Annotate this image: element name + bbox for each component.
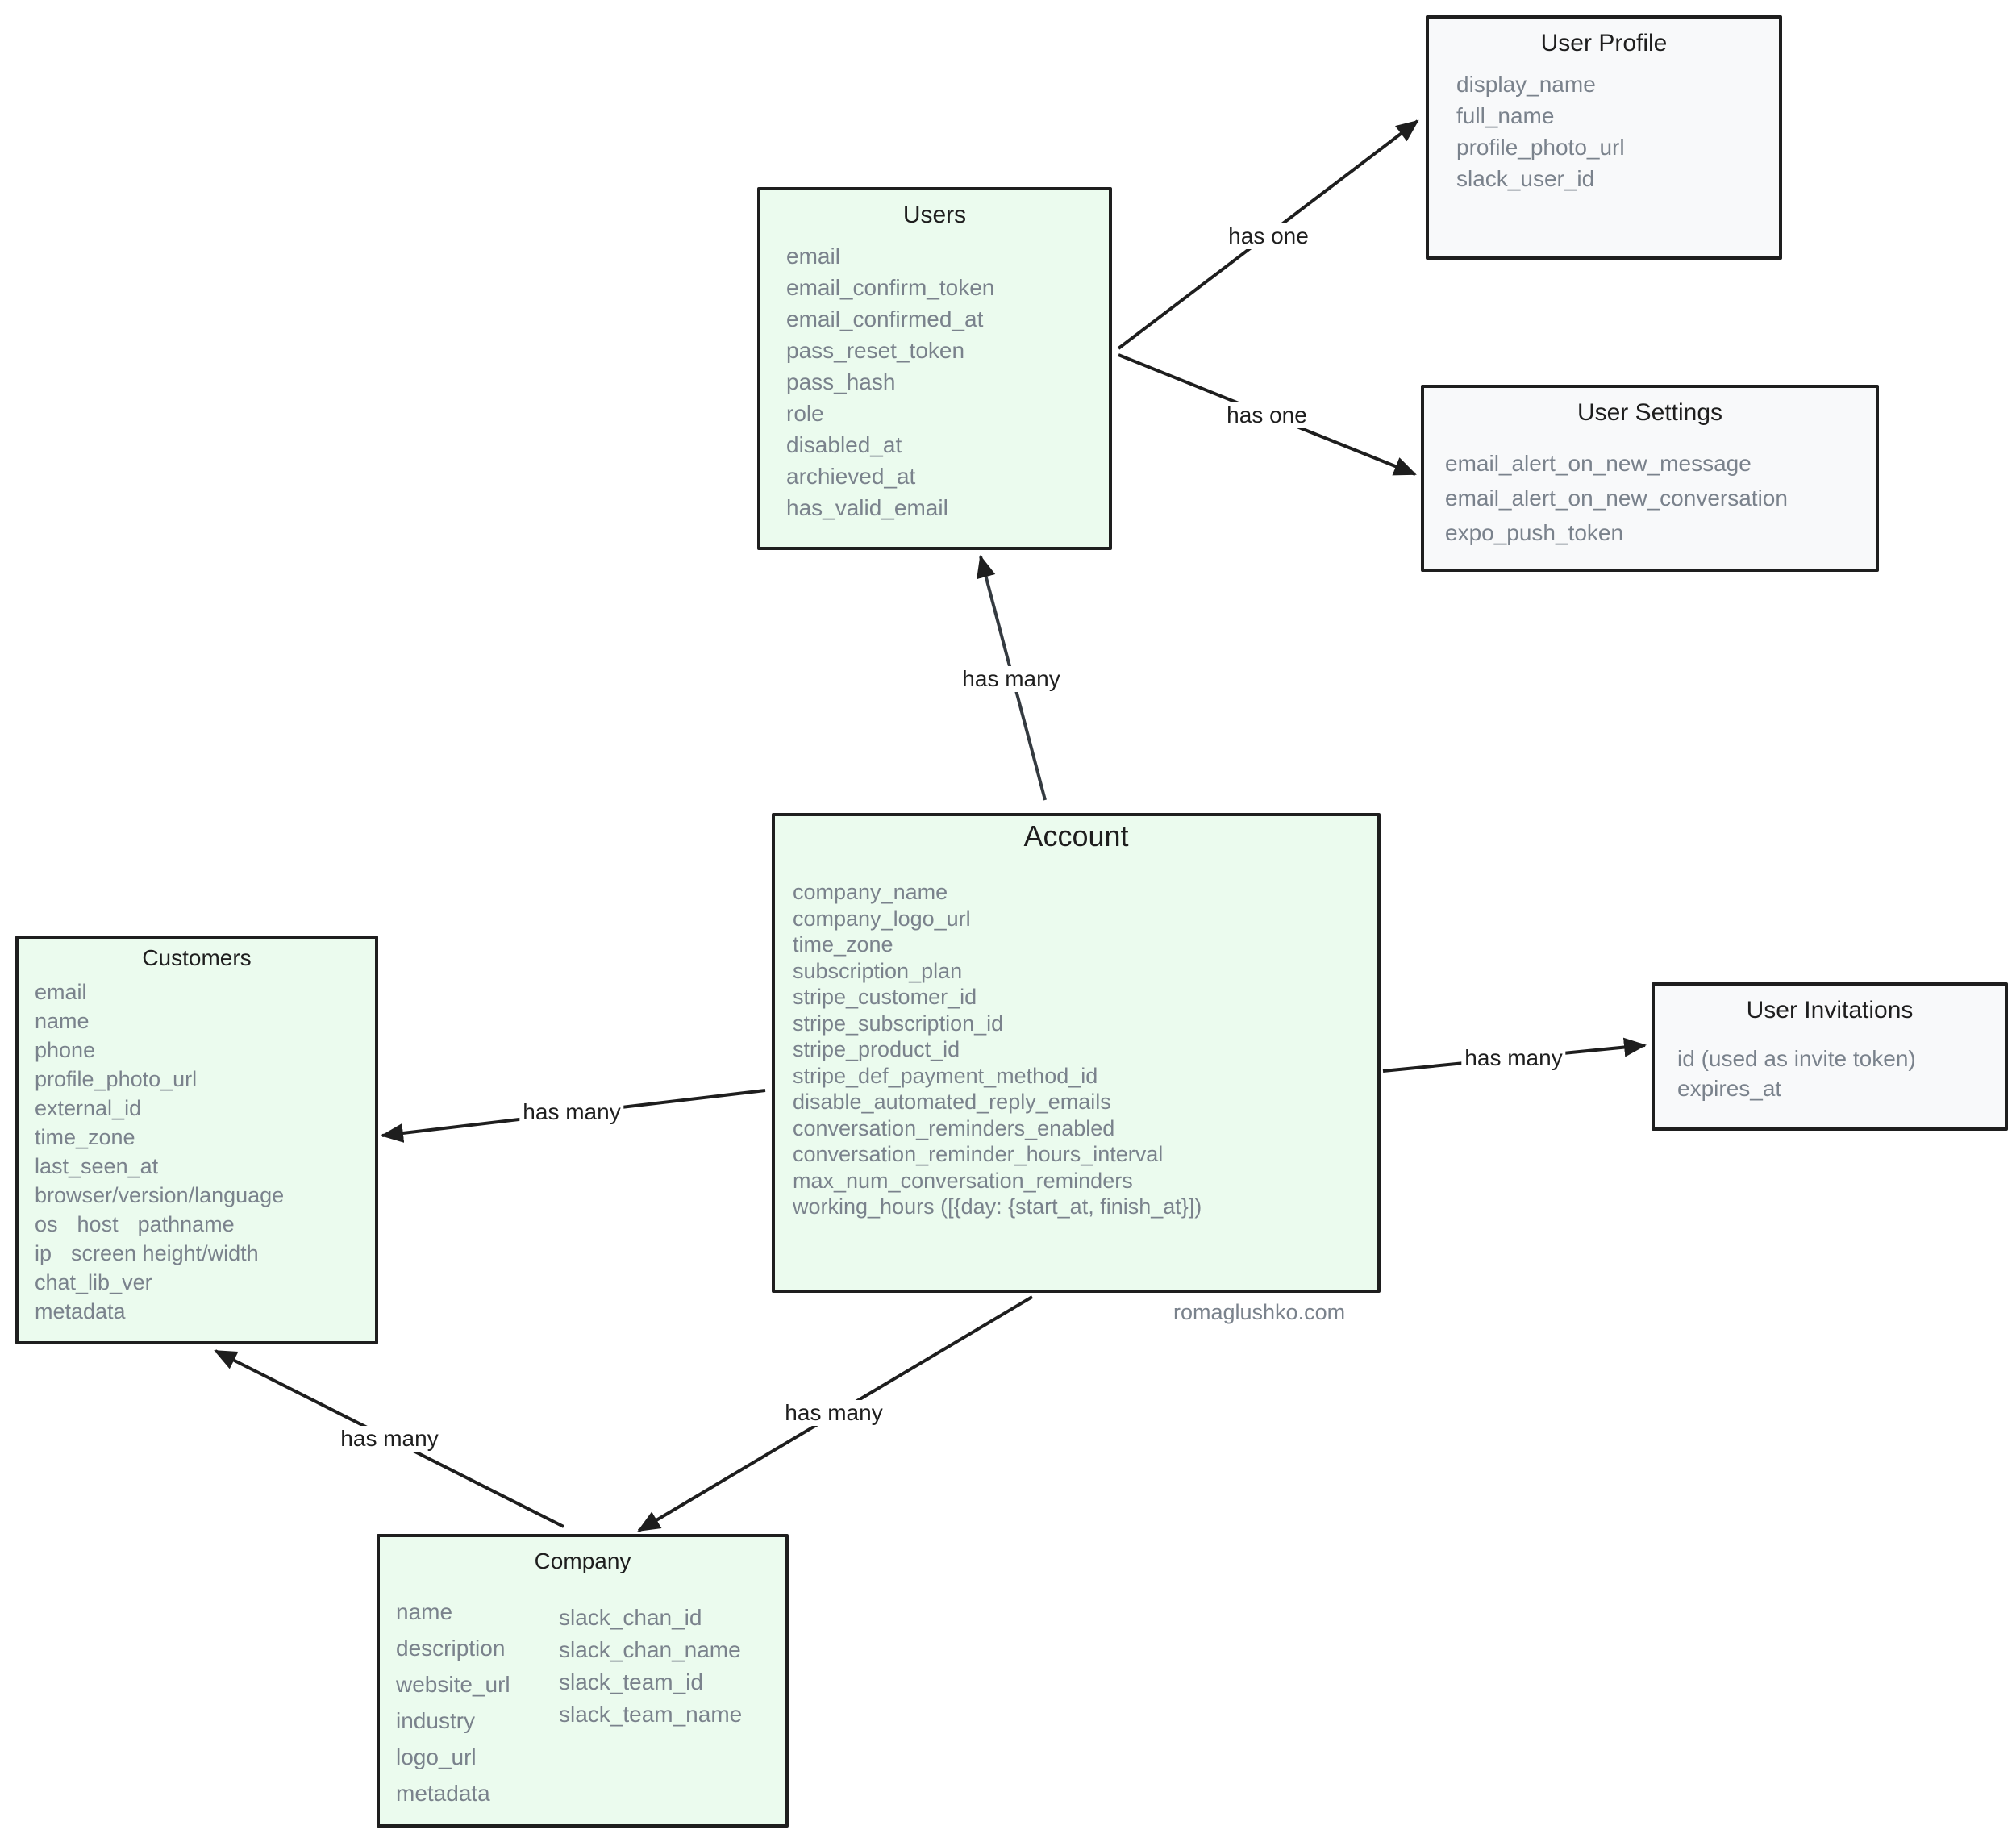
field-item: conversation_reminders_enabled: [793, 1115, 1115, 1140]
field-list: email name phone profile_photo_url external_…: [35, 977, 303, 1326]
field-list: company_name company_logo_url time_zone sub…: [793, 879, 1202, 1220]
field-item: id (used as invite token): [1677, 1046, 1916, 1071]
field-item: has_valid_email: [786, 495, 948, 520]
field-item: screen height/width: [71, 1241, 259, 1265]
field-item: expires_at: [1677, 1076, 1782, 1101]
entity-user-settings[interactable]: User Settings email_alert_on_new_message…: [1421, 385, 1879, 572]
field-item: email: [35, 980, 87, 1004]
field-item: logo_url: [396, 1744, 477, 1769]
field-row: name: [35, 1007, 303, 1036]
field-row: profile_photo_url: [35, 1065, 303, 1094]
field-item: stripe_def_payment_method_id: [793, 1063, 1098, 1088]
field-item: phone: [35, 1038, 96, 1062]
entity-user-profile[interactable]: User Profile display_name full_nameprofil…: [1426, 15, 1782, 260]
field-item: description: [396, 1636, 506, 1661]
field-item: pathname: [137, 1212, 235, 1236]
relation-label: has one: [1223, 402, 1310, 428]
field-list: display_name full_name profile_photo_urlsl…: [1456, 69, 1625, 194]
entity-title: User Profile: [1540, 30, 1668, 56]
relation-label: has many: [1461, 1045, 1566, 1071]
field-list: slack_chan_id slack_chan_name slack_team_i…: [559, 1602, 742, 1731]
field-item: stripe_product_id: [793, 1037, 960, 1061]
field-item: email_confirm_token: [786, 275, 995, 300]
field-item: profile_photo_url: [35, 1067, 198, 1091]
field-row: external_id: [35, 1094, 303, 1123]
field-list: id (used as invite token) expires_at: [1677, 1044, 1916, 1103]
field-list: name description website_url industry logo_u…: [396, 1594, 510, 1811]
field-item: disable_automated_reply_emails: [793, 1090, 1111, 1114]
er-diagram: Users email email_confirm_token email_conf…: [0, 0, 2016, 1838]
field-item: email_alert_on_new_message: [1445, 451, 1752, 476]
field-list: email email_confirm_token email_confirmed_…: [786, 240, 994, 523]
field-row: os host pathname: [35, 1210, 303, 1239]
field-item: name: [396, 1599, 453, 1624]
field-row: browser/version/language: [35, 1181, 303, 1210]
field-item: subscription_plan: [793, 958, 963, 983]
field-item: max_num_conversation_reminders: [793, 1168, 1133, 1193]
field-item: email_confirmed_at: [786, 306, 984, 331]
relation-label: has many: [781, 1400, 886, 1426]
field-row: phone: [35, 1036, 303, 1065]
field-item: slack_team_name: [559, 1702, 743, 1727]
field-item: time_zone: [35, 1125, 135, 1149]
entity-company[interactable]: Company name description website_urlindust…: [377, 1534, 789, 1828]
field-row: ip screen height/width: [35, 1239, 303, 1268]
field-item: stripe_subscription_id: [793, 1011, 1004, 1036]
field-row: last_seen_at: [35, 1152, 303, 1181]
field-item: name: [35, 1009, 90, 1033]
field-item: metadata: [396, 1781, 490, 1806]
entity-title: User Settings: [1577, 399, 1723, 426]
field-item: full_name: [1456, 103, 1555, 128]
field-item: expo_push_token: [1445, 520, 1624, 545]
field-item: archieved_at: [786, 464, 916, 489]
field-item: chat_lib_ver: [35, 1270, 152, 1294]
field-item: website_url: [396, 1672, 510, 1697]
field-item: slack_chan_id: [559, 1605, 702, 1630]
relation-label: has many: [519, 1099, 624, 1125]
field-item: company_logo_url: [793, 906, 971, 931]
field-row: metadata: [35, 1297, 303, 1326]
field-item: metadata: [35, 1299, 126, 1323]
field-item: stripe_customer_id: [793, 985, 977, 1009]
entity-users[interactable]: Users email email_confirm_token email_conf…: [757, 187, 1112, 550]
field-item: email: [786, 244, 840, 269]
credit-watermark: romaglushko.com: [1173, 1300, 1346, 1324]
field-item: industry: [396, 1708, 476, 1733]
field-item: working_hours ([{day: {start_at, finish_…: [793, 1194, 1202, 1219]
field-item: role: [786, 401, 824, 426]
entity-title: Users: [902, 202, 967, 228]
field-item: company_name: [793, 880, 948, 904]
field-item: browser/version/language: [35, 1183, 285, 1207]
entity-customers[interactable]: Customers email name phone profile_photo_ur…: [15, 936, 378, 1344]
relation-label: has many: [959, 666, 1064, 692]
field-row: email: [35, 977, 303, 1007]
entity-title: Account: [1023, 819, 1129, 852]
relation-label: has many: [337, 1426, 442, 1452]
field-item: pass_reset_token: [786, 338, 965, 363]
field-row: time_zone: [35, 1123, 303, 1152]
field-item: pass_hash: [786, 369, 896, 394]
field-item: host: [77, 1212, 119, 1236]
field-list: email_alert_on_new_message email_alert_on…: [1445, 446, 1788, 550]
field-item: slack_user_id: [1456, 166, 1595, 191]
relation-label: has one: [1225, 223, 1312, 249]
field-item: conversation_reminder_hours_interval: [793, 1142, 1164, 1166]
field-row: chat_lib_ver: [35, 1268, 303, 1297]
entity-title: User Invitations: [1746, 997, 1914, 1023]
field-item: profile_photo_url: [1456, 135, 1625, 160]
entity-account[interactable]: Account company_name company_logo_url time…: [772, 813, 1381, 1293]
entity-title: Customers: [142, 945, 252, 970]
field-item: external_id: [35, 1096, 142, 1120]
field-item: last_seen_at: [35, 1154, 159, 1178]
field-item: os: [35, 1212, 58, 1236]
field-item: slack_chan_name: [559, 1637, 741, 1662]
field-item: ip: [35, 1241, 52, 1265]
field-item: email_alert_on_new_conversation: [1445, 486, 1788, 511]
entity-title: Company: [534, 1548, 631, 1573]
field-item: time_zone: [793, 932, 893, 957]
field-item: display_name: [1456, 72, 1596, 97]
entity-user-invitations[interactable]: User Invitations id (used as invite toke…: [1652, 982, 2008, 1131]
field-item: disabled_at: [786, 432, 902, 457]
field-item: slack_team_id: [559, 1669, 703, 1694]
